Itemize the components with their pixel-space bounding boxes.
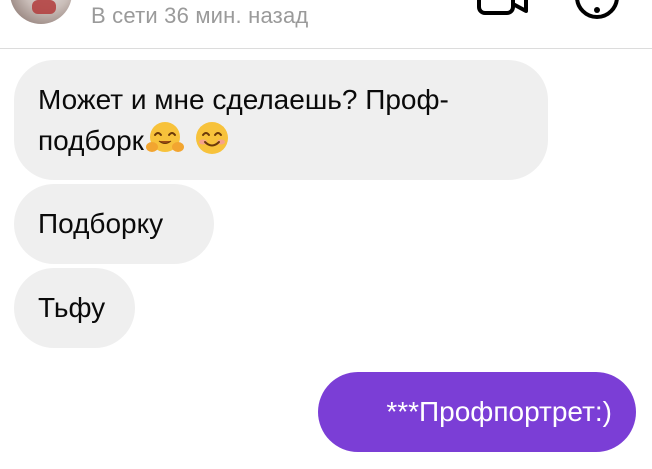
hugging-face-emoji [145,122,184,152]
message-bubble-incoming[interactable]: Тьфу [14,268,135,348]
message-text: подборк [38,125,144,156]
message-bubble-outgoing[interactable]: ***Профпортрет:) [318,372,636,452]
online-status: В сети 36 мин. назад [91,3,309,28]
message-text: Тьфу [38,292,106,323]
message-text: Подборку [38,208,164,239]
message-bubble-incoming[interactable]: Подборку [14,184,214,264]
video-camera-icon[interactable] [474,0,530,18]
avatar[interactable] [10,0,72,24]
message-text: Может и мне сделаешь? Проф- [38,84,449,115]
chat-header: В сети 36 мин. назад [0,0,652,49]
smiling-face-emoji [195,122,228,154]
message-text: ***Профпортрет:) [386,396,612,427]
message-bubble-incoming[interactable]: Может и мне сделаешь? Проф- подборк [14,60,548,180]
info-circle-icon[interactable] [574,0,620,20]
